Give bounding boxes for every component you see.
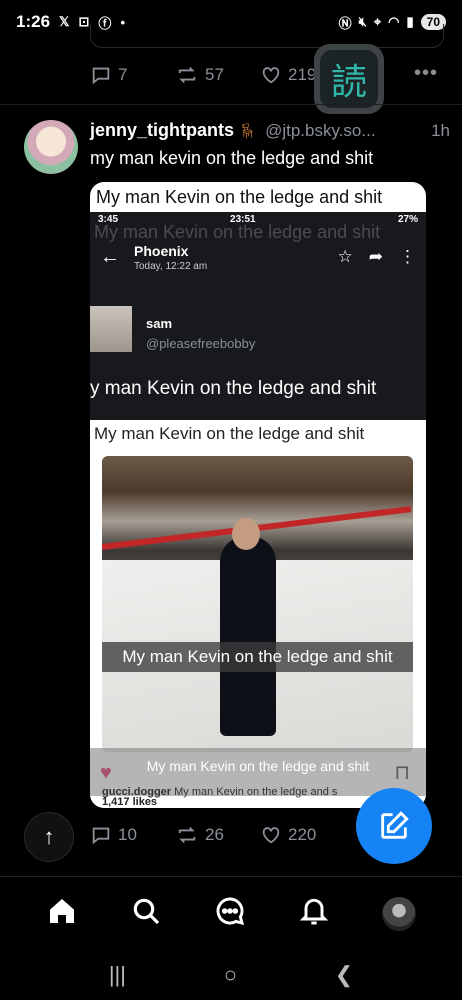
clock: 1:26 <box>16 12 51 31</box>
tab-profile[interactable] <box>382 896 416 931</box>
chat-header: ← Phoenix Today, 12:22 am ☆ ➦ ⋮ <box>90 232 426 282</box>
repost-button[interactable]: 57 <box>175 64 260 86</box>
reply-icon <box>92 827 110 845</box>
tweet-body: y man Kevin on the ledge and shit <box>90 378 377 399</box>
reply-count: 10 <box>118 825 137 844</box>
ledge-photo: My man Kevin on the ledge and shit <box>102 456 413 752</box>
tweet-user-name: sam <box>146 316 173 331</box>
chair-icon: 🪑︎ <box>238 123 258 140</box>
tweet-user-handle: @pleasefreebobby <box>146 336 256 351</box>
back-arrow-icon: ← <box>100 245 120 268</box>
home-icon <box>50 899 74 923</box>
post-header: jenny_tightpants 🪑︎ @jtp.bsky.so... 1h <box>90 120 450 141</box>
inner-battery: 27% <box>397 213 418 225</box>
tab-bar <box>0 876 462 950</box>
previous-post-actions: 7 57 219 <box>90 64 345 86</box>
bell-icon <box>299 898 329 925</box>
search-icon <box>133 898 160 925</box>
back-icon[interactable]: ❮ <box>335 962 353 988</box>
reply-button[interactable]: 10 <box>90 824 175 846</box>
like-button[interactable]: 220 <box>260 824 345 846</box>
system-nav-bar: ||| ○ ❮ <box>0 950 462 1000</box>
instagram-post: My man Kevin on the ledge and shit My ma… <box>90 420 426 808</box>
compose-icon <box>381 811 409 839</box>
star-icon: ☆ <box>337 247 353 266</box>
share-icon: ➦ <box>368 247 383 266</box>
repost-icon <box>178 67 196 83</box>
screen-icon: ⊡ <box>78 14 90 29</box>
reply-button[interactable]: 7 <box>90 64 175 86</box>
instagram-caption: My man Kevin on the ledge and shit <box>94 424 365 443</box>
like-count: 220 <box>288 825 317 844</box>
x-icon: 𝕏 <box>59 14 70 29</box>
tab-home[interactable] <box>46 895 78 932</box>
recents-icon[interactable]: ||| <box>109 962 126 988</box>
screenshot-content: My man Kevin on the ledge and shit 3:45 … <box>90 212 426 808</box>
home-button-icon[interactable]: ○ <box>224 962 237 988</box>
post-image[interactable]: My man Kevin on the ledge and shit My ma… <box>90 182 426 808</box>
repost-icon <box>178 827 196 843</box>
profile-avatar <box>382 896 416 931</box>
snap-caption: My man Kevin on the ledge and shit <box>102 642 413 672</box>
kebab-icon: ⋮ <box>399 247 416 266</box>
tab-chat[interactable] <box>214 895 246 932</box>
author-name[interactable]: jenny_tightpants <box>90 120 234 141</box>
repost-button[interactable]: 26 <box>175 824 260 846</box>
author-avatar[interactable] <box>24 120 78 174</box>
tweet-avatar <box>90 306 132 352</box>
image-caption: My man Kevin on the ledge and shit <box>96 187 383 207</box>
person-shape <box>220 536 276 736</box>
more-options-icon[interactable]: ••• <box>414 62 438 85</box>
compose-button[interactable] <box>356 788 432 864</box>
reply-count: 7 <box>118 65 128 84</box>
reply-icon <box>92 67 110 85</box>
author-handle[interactable]: @jtp.bsky.so... <box>265 121 375 141</box>
post-actions: 10 26 220 <box>90 824 345 846</box>
arrow-up-icon: ↑ <box>43 824 55 849</box>
scroll-to-top-button[interactable]: ↑ <box>24 812 74 862</box>
kanji-icon: 読 <box>320 50 378 108</box>
like-count: 219 <box>288 65 317 84</box>
instagram-user-caption: My man Kevin on the ledge and s <box>174 786 338 798</box>
post-time: 1h <box>431 121 450 140</box>
repost-count: 26 <box>205 825 224 844</box>
post-text: my man kevin on the ledge and shit <box>90 148 374 168</box>
instagram-user: gucci.dogger <box>102 786 172 798</box>
tab-search[interactable] <box>130 895 162 932</box>
chat-title: Phoenix <box>134 242 189 259</box>
chat-subtitle: Today, 12:22 am <box>134 260 208 272</box>
post-divider <box>0 104 462 105</box>
person-head-shape <box>232 518 260 550</box>
chat-icon <box>216 897 245 926</box>
heart-icon <box>262 67 280 84</box>
repost-count: 57 <box>205 65 224 84</box>
tab-notifications[interactable] <box>298 895 330 932</box>
heart-icon <box>262 827 280 844</box>
previous-post-embed-edge <box>90 24 444 48</box>
instagram-user-line: gucci.dogger My man Kevin on the ledge a… <box>102 786 337 798</box>
